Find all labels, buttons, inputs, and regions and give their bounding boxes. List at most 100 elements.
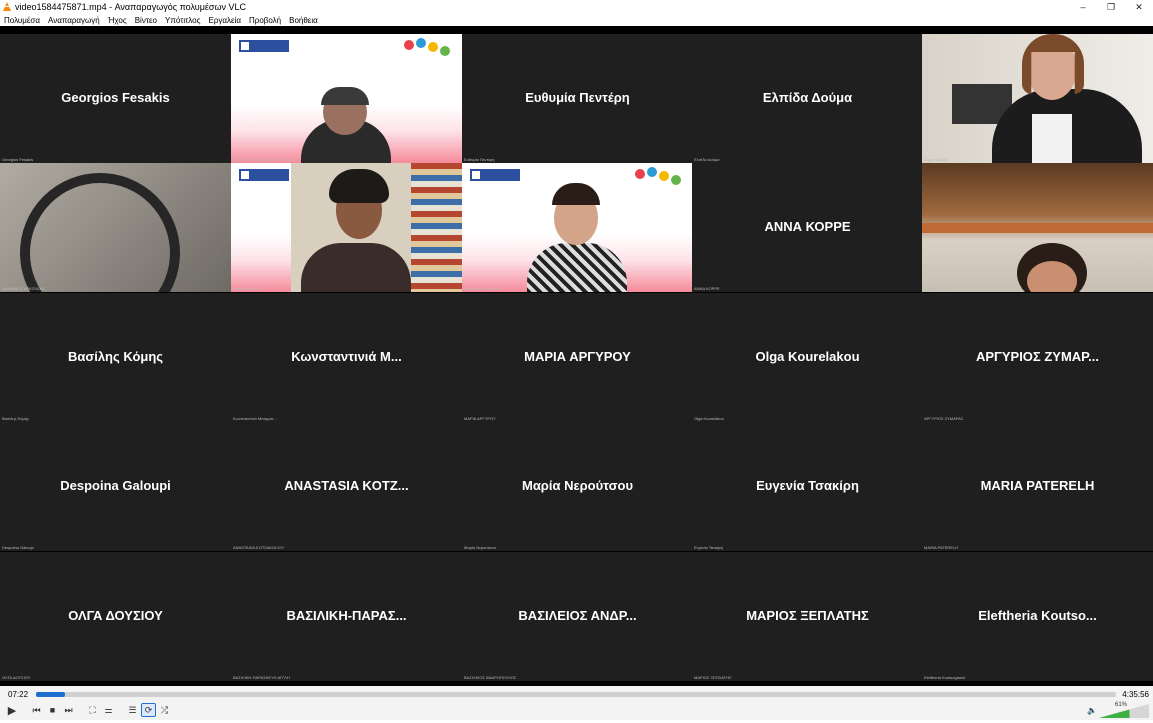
participant-video (922, 163, 1153, 292)
participant-tile-video: ΓΠΣ στην Προσχολική Εκπαίδευση (231, 34, 462, 163)
seek-progress (36, 692, 66, 697)
participant-label: ANASTASIA KOTZAKOLIOY (233, 545, 285, 550)
menu-media[interactable]: Πολυμέσα (4, 16, 40, 25)
participant-label: Ελπίδα Δούμα (694, 157, 720, 162)
play-button[interactable]: ▶ (4, 703, 20, 717)
participant-tile: ΟΛΓΑ ΔΟΥΣΙΟΥ ΟΛΓΑ ΔΟΥΣΙΟΥ (0, 552, 231, 681)
participant-label: Olga Kourelakou (694, 416, 724, 421)
menu-tools[interactable]: Εργαλεία (209, 16, 241, 25)
loop-button[interactable]: ⟳ (141, 703, 156, 717)
project-logo (633, 167, 683, 191)
menu-subtitle[interactable]: Υπότιτλος (165, 16, 200, 25)
playlist-button[interactable]: ☰ (125, 703, 140, 717)
close-button[interactable]: ✕ (1125, 2, 1153, 13)
participant-label: ΟΛΓΑ ΔΟΥΣΙΟΥ (2, 675, 31, 680)
participant-tile: Ελπίδα Δούμα Ελπίδα Δούμα (692, 34, 923, 163)
menu-bar: Πολυμέσα Αναπαραγωγή Ήχος Βίντεο Υπότιτλ… (0, 14, 1153, 26)
institute-logo (470, 169, 520, 181)
participant-tile: Ευθυμία Πεντέρη Ευθυμία Πεντέρη (462, 34, 693, 163)
video-area[interactable]: Georgios Fesakis Georgios Fesakis ΓΠΣ στ… (0, 26, 1153, 686)
participant-label: Ευθυμία Πεντέρη (464, 157, 495, 162)
participant-label: Andromachi Filippidi (464, 286, 501, 291)
participant-name: ΑΝΝΑ ΚΟΡΡΕ (764, 219, 851, 234)
participant-tile-video: Aggeliki Kiriaki (231, 163, 462, 292)
participant-video (922, 34, 1153, 163)
participant-label: Μαρία Νερούτσου (464, 545, 496, 550)
participant-label: ΜΑΡΙΑ ΑΡΓΥΡΟΥ (464, 416, 496, 421)
participant-name: Despoina Galoupi (60, 478, 171, 493)
participant-tile: Μαρία Νερούτσου Μαρία Νερούτσου (462, 422, 693, 551)
participant-tile: Olga Kourelakou Olga Kourelakou (692, 293, 923, 422)
vlc-cone-icon (3, 2, 11, 11)
participant-name: Ευγενία Τσακίρη (756, 478, 859, 493)
menu-video[interactable]: Βίντεο (135, 16, 157, 25)
participant-video (522, 183, 632, 292)
participant-name: Μαρία Νερούτσου (521, 478, 634, 493)
participant-tile: ΒΑΣΙΛΕΙΟΣ ΑΝΔΡ... ΒΑΣΙΛΕΙΟΣ ΑΝΔΡΟΠΟΥΛΟΣ (462, 552, 693, 681)
fullscreen-button[interactable]: ⛶ (85, 703, 100, 717)
participant-tile: ΑΝΝΑ ΚΟΡΡΕ ΑΝΝΑ ΚΟΡΡΕ (692, 163, 923, 292)
participant-tile: ΜΑΡΙΟΣ ΞΕΠΛΑΤΗΣ ΜΑΡΙΟΣ ΞΕΠΛΑΤΗΣ (692, 552, 923, 681)
participant-label: Βασιλική Εξ. Πίτ (924, 286, 953, 291)
participant-label: Despoina Galoupi (2, 545, 34, 550)
menu-help[interactable]: Βοήθεια (289, 16, 318, 25)
participant-name: ΟΛΓΑ ΔΟΥΣΙΟΥ (68, 608, 163, 623)
participant-label: Βασίλης Κόμης (2, 416, 29, 421)
previous-button[interactable]: ⏮ (29, 703, 44, 717)
participant-grid: Georgios Fesakis Georgios Fesakis ΓΠΣ στ… (0, 34, 1153, 681)
menu-playback[interactable]: Αναπαραγωγή (48, 16, 100, 25)
participant-tile: Βασίλης Κόμης Βασίλης Κόμης (0, 293, 231, 422)
participant-label: Eleftheria Koutsogianni (924, 675, 966, 680)
next-button[interactable]: ⏭ (61, 703, 76, 717)
video-top-strip (0, 26, 1153, 34)
shuffle-button[interactable]: ⤮ (157, 703, 172, 717)
participant-video (0, 163, 231, 292)
participant-video (291, 163, 462, 292)
participant-label: ΒΑΣΙΛΕΙΟΣ ΑΝΔΡΟΠΟΥΛΟΣ (464, 675, 517, 680)
participant-label: Ευγενία Τσακίρη (694, 545, 724, 550)
volume-control[interactable]: 🔈 61% (1087, 702, 1149, 718)
total-time: 4:35:56 (1122, 690, 1149, 699)
participant-video (291, 87, 401, 163)
menu-audio[interactable]: Ήχος (108, 16, 127, 25)
seek-bar[interactable] (36, 692, 1116, 697)
participant-name: Βασίλης Κόμης (67, 349, 164, 364)
participant-label: Κωνσταντινιά Μπαρμπ... (233, 416, 277, 421)
participant-name: ΒΑΣΙΛΕΙΟΣ ΑΝΔΡ... (518, 608, 637, 623)
participant-tile: Despoina Galoupi Despoina Galoupi (0, 422, 231, 551)
extended-settings-button[interactable]: ⚌ (101, 703, 116, 717)
participant-tile: Eleftheria Koutso... Eleftheria Koutsogi… (922, 552, 1153, 681)
institute-logo (239, 169, 289, 181)
participant-label: Georgios Fesakis (2, 157, 34, 162)
participant-tile: ANASTASIA KOTZ... ANASTASIA KOTZAKOLIOY (231, 422, 462, 551)
title-bar: video1584475871.mp4 - Αναπαραγωγός πολυμ… (0, 0, 1153, 14)
elapsed-time: 07:22 (8, 690, 29, 699)
participant-name: ANASTASIA KOTZ... (284, 478, 409, 493)
participant-label: ΑΝΝΑ ΚΟΡΡΕ (694, 286, 720, 291)
participant-tile: ΒΑΣΙΛΙΚΗ-ΠΑΡΑΣ... ΒΑΣΙΛΙΚΗ-ΠΑΡΑΣΚΕΥΗ ΑΓΓ… (231, 552, 462, 681)
institute-logo (239, 40, 289, 52)
participant-label: ΜΑΡΙΟΣ ΞΕΠΛΑΤΗΣ (694, 675, 732, 680)
speaker-icon[interactable]: 🔈 (1087, 706, 1097, 715)
stop-button[interactable]: ■ (45, 703, 60, 717)
control-buttons: ▶ ⏮ ■ ⏭ ⛶ ⚌ ☰ ⟳ ⤮ (4, 703, 173, 717)
minimize-button[interactable]: – (1069, 2, 1097, 12)
participant-tile-video: Βασιλική Εξ. Πίτ (922, 163, 1153, 292)
participant-tile-video: ΔΑΜΙΑΝΟΣ ΑΡΚΟΥΔΗΣ (0, 163, 231, 292)
maximize-button[interactable]: ❐ (1097, 2, 1125, 13)
volume-percent: 61% (1114, 702, 1127, 708)
menu-view[interactable]: Προβολή (249, 16, 281, 25)
participant-tile: Georgios Fesakis Georgios Fesakis (0, 34, 231, 163)
participant-name: Georgios Fesakis (61, 90, 170, 105)
participant-name: ΜΑΡΙΟΣ ΞΕΠΛΑΤΗΣ (746, 608, 869, 623)
participant-name: Eleftheria Koutso... (978, 608, 1097, 623)
participant-label: Σοφία Κολιάκ (924, 157, 948, 162)
participant-name: ΒΑΣΙΛΙΚΗ-ΠΑΡΑΣ... (286, 608, 407, 623)
participant-label: ΒΑΣΙΛΙΚΗ-ΠΑΡΑΣΚΕΥΗ ΑΓΓΛΗ (233, 675, 290, 680)
participant-name: ΜΑΡΙΑ ΑΡΓΥΡΟΥ (524, 349, 631, 364)
participant-tile: Κωνσταντινιά Μ... Κωνσταντινιά Μπαρμπ... (231, 293, 462, 422)
participant-tile-video: Σοφία Κολιάκ (922, 34, 1153, 163)
participant-name: Ελπίδα Δούμα (762, 90, 853, 105)
window-title: video1584475871.mp4 - Αναπαραγωγός πολυμ… (15, 2, 247, 12)
participant-name: MARIA PATERELH (980, 478, 1095, 493)
